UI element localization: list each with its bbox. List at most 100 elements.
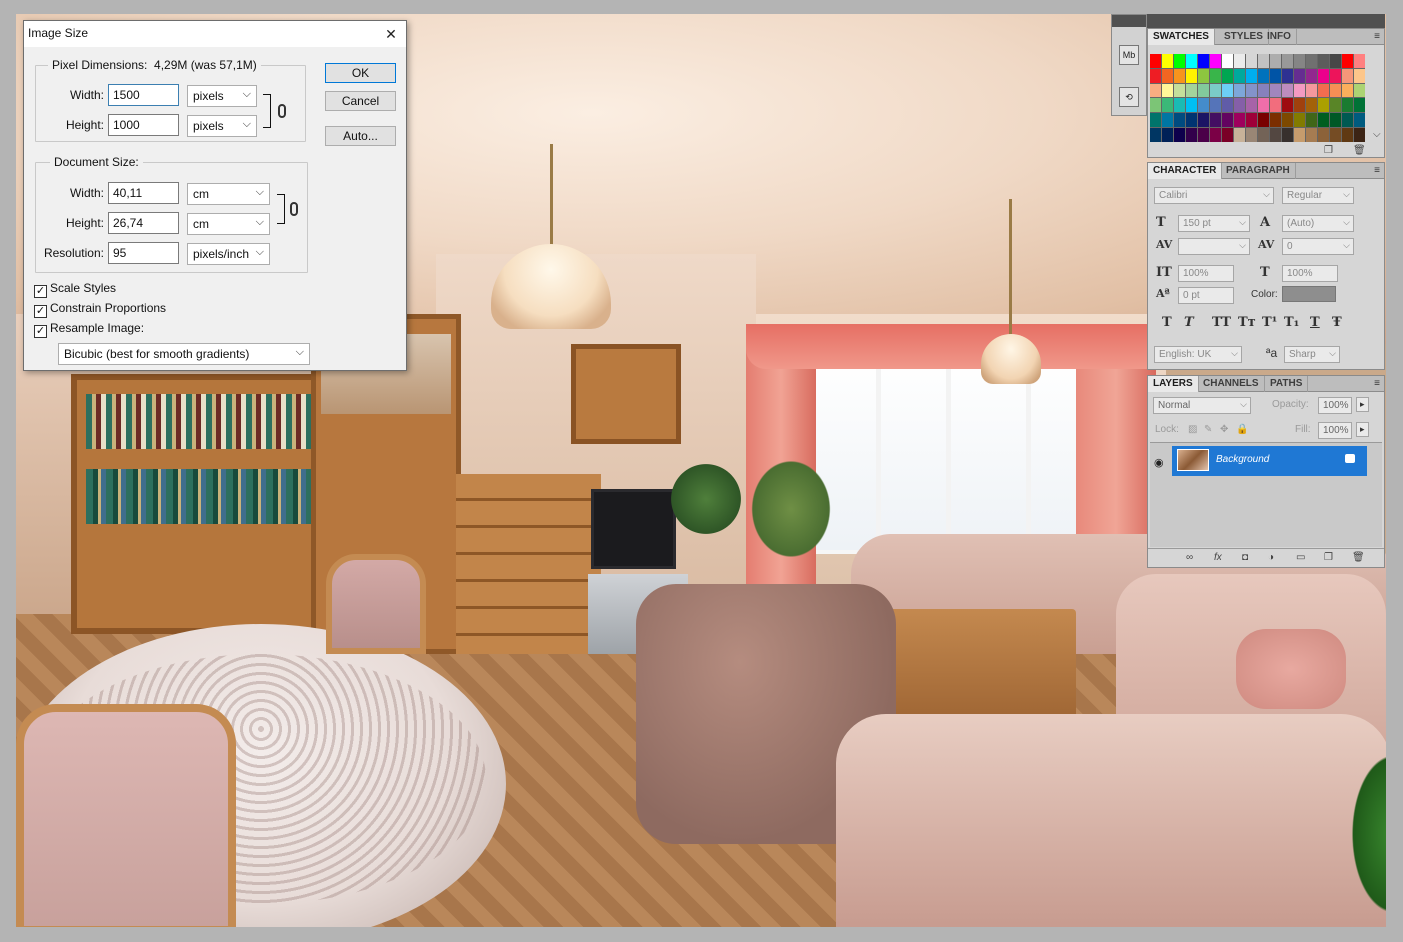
horizontal-scale-input[interactable]: 100% (1282, 265, 1338, 282)
opacity-flyout-icon[interactable]: ▸ (1356, 397, 1369, 412)
color-swatch[interactable] (1306, 113, 1317, 128)
layer-row-background[interactable]: Background (1172, 446, 1367, 476)
color-swatch[interactable] (1258, 98, 1269, 113)
color-swatch[interactable] (1294, 98, 1305, 113)
color-swatch[interactable] (1174, 54, 1185, 68)
color-swatch[interactable] (1342, 83, 1353, 98)
subscript-button[interactable]: T₁ (1284, 315, 1299, 330)
color-swatch[interactable] (1342, 54, 1353, 68)
resolution-input[interactable]: 95 (108, 242, 179, 264)
pixel-width-input[interactable]: 1500 (108, 84, 179, 106)
resolution-unit-select[interactable]: pixels/inch ⌵ (187, 243, 270, 265)
color-swatch[interactable] (1330, 68, 1341, 83)
lock-brush-icon[interactable]: ✎ (1204, 424, 1212, 435)
color-swatch[interactable] (1342, 68, 1353, 83)
color-swatch[interactable] (1222, 113, 1233, 128)
color-swatch[interactable] (1282, 83, 1293, 98)
lock-all-icon[interactable]: 🔒 (1236, 424, 1248, 435)
auto-button[interactable]: Auto... (325, 126, 396, 146)
underline-button[interactable]: T (1310, 315, 1320, 330)
color-swatch[interactable] (1270, 98, 1281, 113)
color-swatch[interactable] (1246, 54, 1257, 68)
history-icon[interactable]: ⟲ (1119, 87, 1139, 107)
color-swatch[interactable] (1198, 83, 1209, 98)
pixel-height-input[interactable]: 1000 (108, 114, 179, 136)
color-swatch[interactable] (1150, 83, 1161, 98)
color-swatch[interactable] (1306, 68, 1317, 83)
doc-height-unit-select[interactable]: cm ⌵ (187, 213, 270, 235)
group-icon[interactable]: ▭ (1296, 552, 1305, 563)
color-swatch[interactable] (1258, 128, 1269, 142)
color-swatch[interactable] (1318, 113, 1329, 128)
font-size-select[interactable]: 150 pt ⌵ (1178, 215, 1250, 232)
eye-visibility-icon[interactable]: ◉ (1154, 456, 1164, 469)
constrain-proportions-checkbox[interactable]: ✓ Constrain Proportions (34, 301, 166, 318)
color-swatch[interactable] (1270, 54, 1281, 68)
color-swatch[interactable] (1162, 54, 1173, 68)
color-swatch[interactable] (1354, 83, 1365, 98)
font-family-select[interactable]: Calibri ⌵ (1154, 187, 1274, 204)
trash-icon[interactable]: 🗑 (1353, 145, 1366, 156)
color-swatch[interactable] (1342, 113, 1353, 128)
color-swatch[interactable] (1354, 54, 1365, 68)
color-swatch[interactable] (1234, 83, 1245, 98)
mini-bridge-icon[interactable]: Mb (1119, 45, 1139, 65)
color-swatch[interactable] (1222, 83, 1233, 98)
color-swatch[interactable] (1318, 68, 1329, 83)
tab-paragraph[interactable]: PARAGRAPH (1221, 163, 1296, 179)
color-swatch[interactable] (1198, 128, 1209, 142)
tab-character[interactable]: CHARACTER (1148, 163, 1223, 179)
color-swatch[interactable] (1198, 98, 1209, 113)
color-swatch[interactable] (1174, 68, 1185, 83)
panel-menu-icon[interactable]: ≡ (1374, 29, 1380, 45)
lock-move-icon[interactable]: ✥ (1220, 424, 1228, 435)
color-swatch[interactable] (1198, 54, 1209, 68)
color-swatch[interactable] (1162, 83, 1173, 98)
color-swatch[interactable] (1234, 68, 1245, 83)
vertical-scale-input[interactable]: 100% (1178, 265, 1234, 282)
color-swatch[interactable] (1186, 83, 1197, 98)
color-swatch[interactable] (1342, 128, 1353, 142)
color-swatch[interactable] (1234, 54, 1245, 68)
color-swatch[interactable] (1330, 128, 1341, 142)
color-swatch[interactable] (1294, 68, 1305, 83)
color-swatch[interactable] (1342, 98, 1353, 113)
tab-swatches[interactable]: SWATCHES (1148, 29, 1215, 45)
ok-button[interactable]: OK (325, 63, 396, 83)
color-swatch[interactable] (1354, 98, 1365, 113)
opacity-input[interactable]: 100% (1318, 397, 1352, 414)
color-swatch[interactable] (1162, 68, 1173, 83)
color-swatch[interactable] (1318, 83, 1329, 98)
color-swatch[interactable] (1186, 113, 1197, 128)
panel-menu-icon[interactable]: ≡ (1374, 163, 1380, 179)
color-swatch[interactable] (1294, 113, 1305, 128)
color-swatch[interactable] (1282, 128, 1293, 142)
mask-icon[interactable]: ◘ (1242, 552, 1248, 563)
fill-input[interactable]: 100% (1318, 422, 1352, 439)
panel-dock-grip[interactable] (1147, 14, 1385, 28)
color-swatch[interactable] (1270, 113, 1281, 128)
color-swatch[interactable] (1210, 98, 1221, 113)
color-swatch[interactable] (1234, 113, 1245, 128)
color-swatch[interactable] (1162, 113, 1173, 128)
color-swatch[interactable] (1186, 54, 1197, 68)
color-swatch[interactable] (1258, 113, 1269, 128)
color-swatch[interactable] (1306, 128, 1317, 142)
color-swatch[interactable] (1246, 128, 1257, 142)
color-swatch[interactable] (1258, 54, 1269, 68)
color-swatch[interactable] (1150, 128, 1161, 142)
color-swatch[interactable] (1150, 54, 1161, 68)
tab-channels[interactable]: CHANNELS (1198, 376, 1265, 392)
color-swatch[interactable] (1294, 83, 1305, 98)
color-swatch[interactable] (1210, 68, 1221, 83)
color-swatch[interactable] (1210, 113, 1221, 128)
color-swatch[interactable] (1270, 83, 1281, 98)
font-style-select[interactable]: Regular ⌵ (1282, 187, 1354, 204)
color-swatch[interactable] (1282, 54, 1293, 68)
superscript-button[interactable]: T¹ (1262, 315, 1277, 330)
color-swatch[interactable] (1210, 128, 1221, 142)
color-swatch[interactable] (1174, 113, 1185, 128)
color-swatch[interactable] (1222, 54, 1233, 68)
faux-bold-button[interactable]: T (1162, 315, 1172, 330)
close-icon[interactable]: ✕ (376, 21, 406, 47)
